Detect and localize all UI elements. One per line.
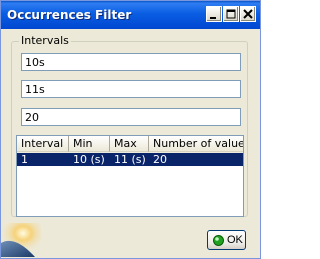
minimize-icon — [210, 17, 216, 19]
window-title: Occurrences Filter — [7, 8, 132, 22]
ok-green-light-icon — [213, 235, 224, 246]
cell-number-of-values: 20 — [153, 153, 167, 166]
table-header: Interval Min Max Number of values — [17, 136, 243, 153]
intervals-label: Intervals — [19, 34, 71, 47]
dialog-body: Intervals Interval Min Max Number of val… — [4, 30, 257, 255]
table-row[interactable]: 1 10 (s) 11 (s) 20 — [17, 153, 243, 166]
intervals-table[interactable]: Interval Min Max Number of values 1 10 (… — [16, 135, 244, 217]
column-header-number-of-values[interactable]: Number of values — [149, 136, 243, 152]
column-header-interval[interactable]: Interval — [17, 136, 69, 152]
cell-min: 10 (s) — [73, 153, 105, 166]
ok-label: OK — [227, 234, 243, 246]
column-header-max[interactable]: Max — [110, 136, 149, 152]
number-of-values-field[interactable] — [21, 108, 241, 126]
minimize-button[interactable] — [206, 6, 222, 22]
ok-button[interactable]: OK — [207, 230, 246, 250]
interval-end-field[interactable] — [21, 80, 241, 98]
cell-interval: 1 — [21, 153, 28, 166]
close-icon — [243, 9, 253, 19]
cell-max: 11 (s) — [114, 153, 146, 166]
title-bar[interactable]: Occurrences Filter — [1, 1, 260, 29]
occurrences-filter-dialog: Occurrences Filter Intervals Interval — [0, 0, 261, 259]
interval-start-field[interactable] — [21, 53, 241, 71]
close-button[interactable] — [240, 6, 256, 22]
column-header-min[interactable]: Min — [69, 136, 110, 152]
app-logo-icon — [1, 223, 41, 257]
maximize-button[interactable] — [223, 6, 239, 22]
maximize-icon — [226, 9, 236, 19]
